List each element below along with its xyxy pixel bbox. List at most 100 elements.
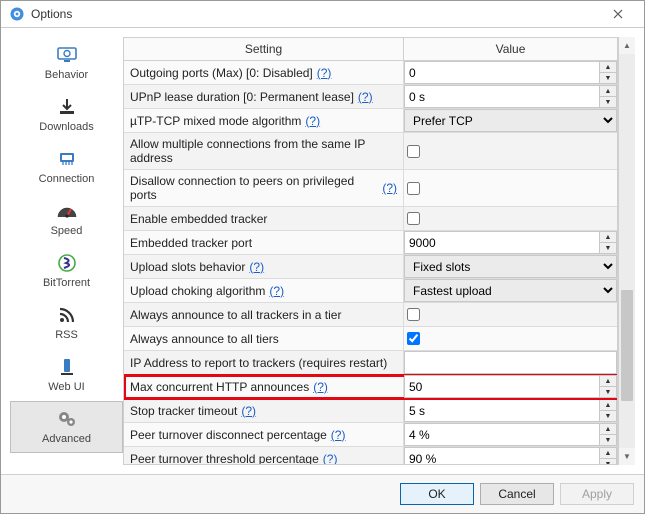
checkbox-input[interactable] [407,332,420,345]
close-button[interactable] [598,1,638,27]
cancel-button[interactable]: Cancel [480,483,554,505]
setting-label: Always announce to all trackers in a tie… [124,303,404,326]
spin-field[interactable] [404,231,599,254]
spin-up[interactable]: ▲ [600,86,616,97]
bittorrent-icon [13,252,120,274]
spin-buttons[interactable]: ▲▼ [599,399,617,422]
setting-label: Upload choking algorithm (?) [124,279,404,302]
table-row: Max concurrent HTTP announces (?) ▲▼ [124,375,617,399]
sidebar-item-bittorrent[interactable]: BitTorrent [10,245,123,297]
spin-buttons[interactable]: ▲▼ [599,423,617,446]
spin-down[interactable]: ▼ [600,97,616,107]
help-link[interactable]: (?) [305,114,320,128]
footer: OK Cancel Apply [1,474,644,513]
checkbox-input[interactable] [407,145,420,158]
spin-buttons[interactable]: ▲▼ [599,231,617,254]
setting-label: Upload slots behavior (?) [124,255,404,278]
spin-down[interactable]: ▼ [600,435,616,445]
sidebar-item-downloads[interactable]: Downloads [10,89,123,141]
scroll-thumb[interactable] [621,290,633,400]
table-row: Always announce to all trackers in a tie… [124,303,617,327]
select-input[interactable]: Fastest upload [404,279,617,302]
setting-value: ▲▼ [404,399,617,422]
scroll-track[interactable] [619,54,635,448]
spin-input[interactable]: ▲▼ [404,85,617,108]
spin-field[interactable] [404,447,599,464]
spin-up[interactable]: ▲ [600,400,616,411]
setting-label: Peer turnover threshold percentage (?) [124,447,404,464]
spin-field[interactable] [404,375,599,398]
setting-label: Max concurrent HTTP announces (?) [124,375,404,398]
gear-screen-icon [13,44,120,66]
ok-button[interactable]: OK [400,483,474,505]
table-row: Outgoing ports (Max) [0: Disabled] (?)▲▼ [124,61,617,85]
select-input[interactable]: Fixed slots [404,255,617,278]
spin-down[interactable]: ▼ [600,387,616,397]
vertical-scrollbar[interactable]: ▲ ▼ [618,37,635,465]
table-row: Upload choking algorithm (?)Fastest uplo… [124,279,617,303]
table-row: Enable embedded tracker [124,207,617,231]
help-link[interactable]: (?) [331,428,346,442]
spin-up[interactable]: ▲ [600,448,616,459]
setting-value: Fixed slots [404,255,617,278]
spin-down[interactable]: ▼ [600,73,616,83]
sidebar-item-rss[interactable]: RSS [10,297,123,349]
help-link[interactable]: (?) [323,452,338,465]
sidebar-item-advanced[interactable]: Advanced [10,401,123,453]
setting-value: ▲▼ [404,231,617,254]
table-body: Outgoing ports (Max) [0: Disabled] (?)▲▼… [124,61,617,464]
rss-icon [13,304,120,326]
sidebar-item-connection[interactable]: Connection [10,141,123,193]
sidebar-item-speed[interactable]: Speed [10,193,123,245]
spin-input[interactable]: ▲▼ [404,399,617,422]
spin-buttons[interactable]: ▲▼ [599,375,617,398]
spin-input[interactable]: ▲▼ [404,447,617,464]
help-link[interactable]: (?) [317,66,332,80]
checkbox-input[interactable] [407,308,420,321]
spin-up[interactable]: ▲ [600,424,616,435]
select-input[interactable]: Prefer TCP [404,109,617,132]
cogs-icon [13,408,120,430]
spin-input[interactable]: ▲▼ [404,231,617,254]
spin-input[interactable]: ▲▼ [404,375,617,398]
help-link[interactable]: (?) [241,404,256,418]
spin-buttons[interactable]: ▲▼ [599,447,617,464]
spin-down[interactable]: ▼ [600,243,616,253]
sidebar-item-label: BitTorrent [13,277,120,289]
spin-up[interactable]: ▲ [600,232,616,243]
spin-up[interactable]: ▲ [600,376,616,387]
spin-buttons[interactable]: ▲▼ [599,61,617,84]
scroll-up-arrow[interactable]: ▲ [619,37,635,54]
sidebar-item-web-ui[interactable]: Web UI [10,349,123,401]
gauge-icon [13,200,120,222]
setting-label: UPnP lease duration [0: Permanent lease]… [124,85,404,108]
spin-down[interactable]: ▼ [600,459,616,464]
help-link[interactable]: (?) [249,260,264,274]
spin-buttons[interactable]: ▲▼ [599,85,617,108]
spin-up[interactable]: ▲ [600,62,616,73]
sidebar-item-behavior[interactable]: Behavior [10,37,123,89]
spin-input[interactable]: ▲▼ [404,423,617,446]
setting-value: ▲▼ [404,375,617,398]
help-link[interactable]: (?) [382,181,397,195]
content-area: Setting Value Outgoing ports (Max) [0: D… [123,37,635,465]
table-row: Allow multiple connections from the same… [124,133,617,170]
scroll-down-arrow[interactable]: ▼ [619,448,635,465]
spin-field[interactable] [404,423,599,446]
spin-down[interactable]: ▼ [600,411,616,421]
spin-input[interactable]: ▲▼ [404,61,617,84]
table-row: Peer turnover disconnect percentage (?) ▲… [124,423,617,447]
help-link[interactable]: (?) [358,90,373,104]
setting-label: Peer turnover disconnect percentage (?) [124,423,404,446]
table-row: Peer turnover threshold percentage (?) ▲▼ [124,447,617,464]
help-link[interactable]: (?) [269,284,284,298]
apply-button[interactable]: Apply [560,483,634,505]
spin-field[interactable] [404,61,599,84]
spin-field[interactable] [404,399,599,422]
checkbox-input[interactable] [407,212,420,225]
text-input[interactable] [404,351,617,374]
checkbox-input[interactable] [407,182,420,195]
spin-field[interactable] [404,85,599,108]
setting-label: Always announce to all tiers [124,327,404,350]
help-link[interactable]: (?) [313,380,328,394]
